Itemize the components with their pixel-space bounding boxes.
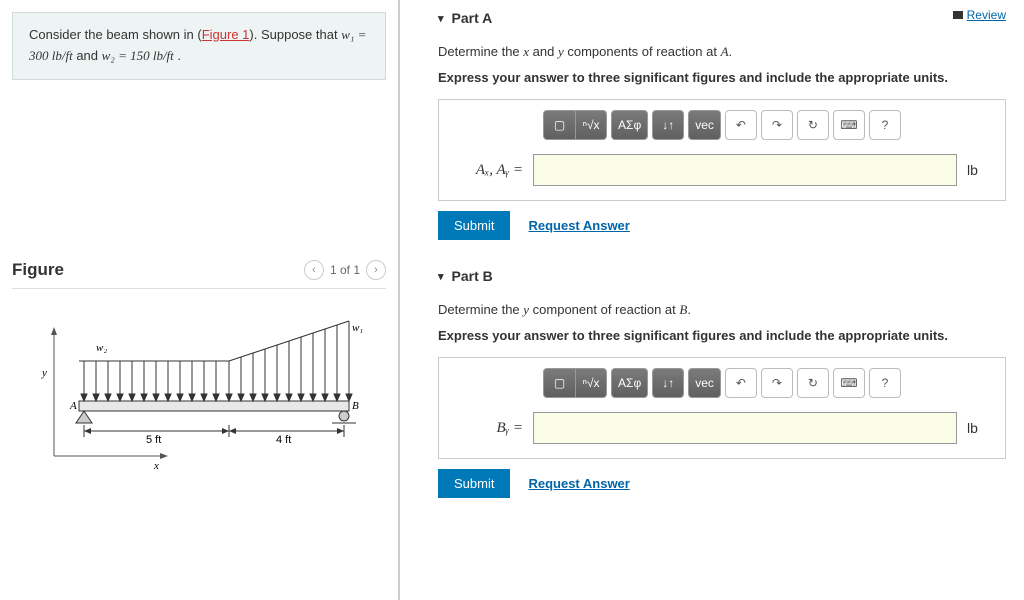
part-b-block: Part B Determine the y component of reac…	[438, 268, 1006, 498]
part-b-header[interactable]: Part B	[438, 268, 1006, 284]
root-button[interactable]: ⁿ√x	[575, 368, 607, 398]
review-link[interactable]: Review	[953, 8, 1006, 22]
part-a-unit: lb	[967, 162, 991, 178]
part-a-actions: Submit Request Answer	[438, 211, 1006, 240]
y-axis-label: y	[41, 367, 47, 379]
span1-label: 5 ft	[146, 434, 161, 446]
greek-button[interactable]: ΑΣφ	[611, 368, 648, 398]
part-b-input-label: Bᵧ =	[453, 420, 523, 437]
vec-button[interactable]: vec	[688, 368, 721, 398]
root-button[interactable]: ⁿ√x	[575, 110, 607, 140]
figure-link[interactable]: Figure 1	[202, 27, 250, 42]
part-b-actions: Submit Request Answer	[438, 469, 1006, 498]
answer-panel: Review Part A Determine the x and y comp…	[400, 0, 1024, 600]
undo-button[interactable]: ↶	[725, 368, 757, 398]
help-button[interactable]: ?	[869, 110, 901, 140]
part-a-block: Part A Determine the x and y components …	[438, 10, 1006, 240]
part-b-input[interactable]	[533, 412, 957, 444]
A-label: A	[69, 400, 77, 412]
part-a-answer-box: ▢ ⁿ√x ΑΣφ ↓↑ vec ↶ ↷ ↻ ⌨ ? Aₓ, Aᵧ = lb	[438, 99, 1006, 201]
template-button[interactable]: ▢	[543, 110, 575, 140]
period: .	[174, 48, 181, 63]
w2-value: w₂ = 150 lb/ft	[102, 48, 174, 63]
updown-button[interactable]: ↓↑	[652, 110, 684, 140]
beam-figure: y x	[34, 301, 364, 471]
part-b-question: Determine the y component of reaction at…	[438, 302, 1006, 318]
problem-statement: Consider the beam shown in (Figure 1). S…	[12, 12, 386, 80]
help-button[interactable]: ?	[869, 368, 901, 398]
x-axis-label: x	[153, 460, 159, 471]
part-b-instruction: Express your answer to three significant…	[438, 328, 1006, 343]
part-a-input-label: Aₓ, Aᵧ =	[453, 162, 523, 179]
flag-icon	[953, 11, 963, 19]
updown-button[interactable]: ↓↑	[652, 368, 684, 398]
part-a-question: Determine the x and y components of reac…	[438, 44, 1006, 60]
and-text: and	[73, 48, 102, 63]
reset-button[interactable]: ↻	[797, 368, 829, 398]
part-b-input-row: Bᵧ = lb	[453, 412, 991, 444]
span2-label: 4 ft	[276, 434, 291, 446]
part-a-toolbar: ▢ ⁿ√x ΑΣφ ↓↑ vec ↶ ↷ ↻ ⌨ ?	[453, 110, 991, 140]
part-b-title: Part B	[452, 268, 493, 284]
greek-button[interactable]: ΑΣφ	[611, 110, 648, 140]
reset-button[interactable]: ↻	[797, 110, 829, 140]
part-a-title: Part A	[452, 10, 493, 26]
review-text: Review	[967, 8, 1006, 22]
redo-button[interactable]: ↷	[761, 110, 793, 140]
keyboard-button[interactable]: ⌨	[833, 110, 865, 140]
keyboard-button[interactable]: ⌨	[833, 368, 865, 398]
prev-figure-button[interactable]: ‹	[304, 260, 324, 280]
undo-button[interactable]: ↶	[725, 110, 757, 140]
part-a-request-link[interactable]: Request Answer	[528, 218, 629, 233]
problem-text-post: ). Suppose that	[249, 27, 341, 42]
part-b-answer-box: ▢ ⁿ√x ΑΣφ ↓↑ vec ↶ ↷ ↻ ⌨ ? Bᵧ = lb	[438, 357, 1006, 459]
problem-text-pre: Consider the beam shown in (	[29, 27, 202, 42]
part-b-unit: lb	[967, 420, 991, 436]
problem-panel: Consider the beam shown in (Figure 1). S…	[0, 0, 400, 600]
part-a-instruction: Express your answer to three significant…	[438, 70, 1006, 85]
vec-button[interactable]: vec	[688, 110, 721, 140]
figure-count: 1 of 1	[330, 263, 360, 277]
template-button[interactable]: ▢	[543, 368, 575, 398]
part-b-request-link[interactable]: Request Answer	[528, 476, 629, 491]
B-label: B	[352, 400, 359, 412]
part-a-submit-button[interactable]: Submit	[438, 211, 510, 240]
part-a-header[interactable]: Part A	[438, 10, 1006, 26]
figure-nav: ‹ 1 of 1 ›	[304, 260, 386, 280]
redo-button[interactable]: ↷	[761, 368, 793, 398]
w2-label: w₂	[96, 342, 107, 354]
figure-section: Figure ‹ 1 of 1 › y x	[12, 260, 386, 471]
figure-title: Figure	[12, 260, 64, 280]
figure-header: Figure ‹ 1 of 1 ›	[12, 260, 386, 289]
part-a-input-row: Aₓ, Aᵧ = lb	[453, 154, 991, 186]
part-b-toolbar: ▢ ⁿ√x ΑΣφ ↓↑ vec ↶ ↷ ↻ ⌨ ?	[453, 368, 991, 398]
part-b-submit-button[interactable]: Submit	[438, 469, 510, 498]
next-figure-button[interactable]: ›	[366, 260, 386, 280]
w1-label: w₁	[352, 322, 363, 334]
part-a-input[interactable]	[533, 154, 957, 186]
